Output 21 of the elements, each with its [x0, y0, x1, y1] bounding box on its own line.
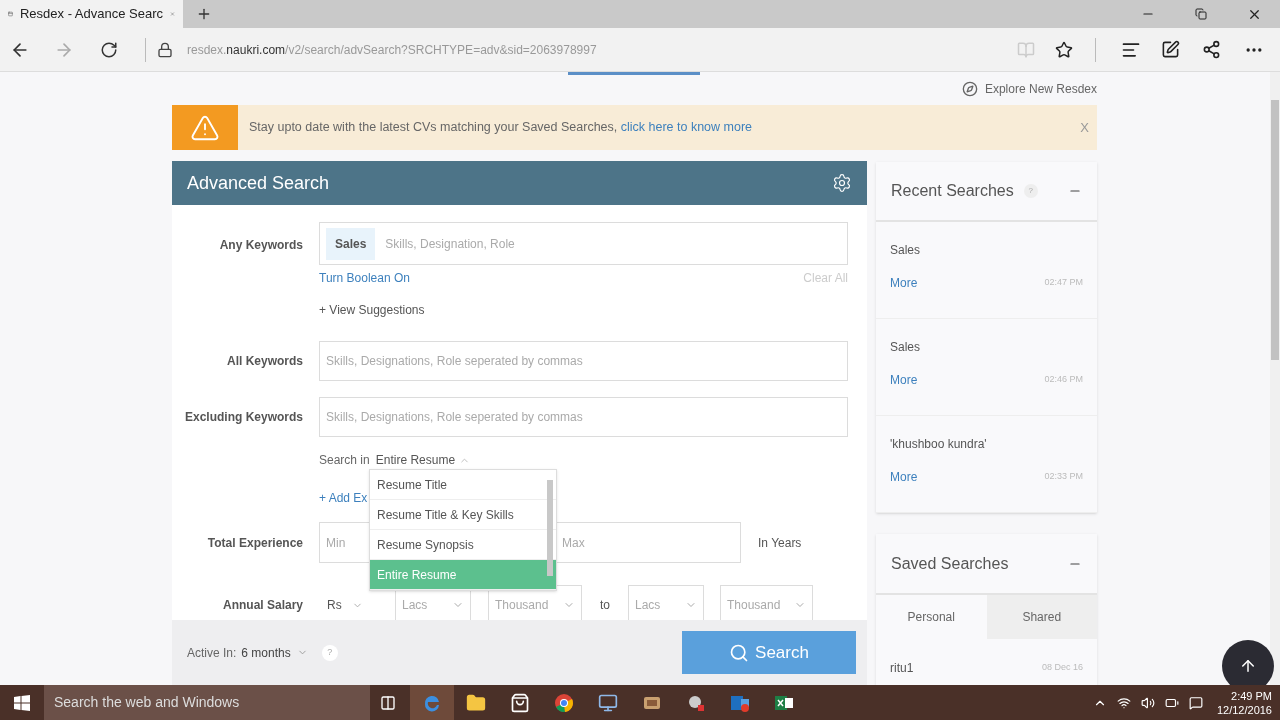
placeholder-text: Skills, Designation, Role	[385, 235, 515, 253]
search-query: 'khushboo kundra'	[890, 436, 987, 453]
active-label: Active In:	[187, 644, 237, 662]
alert-text: Stay upto date with the latest CVs matching your Saved Searches, click here to know more	[249, 119, 753, 137]
saved-search-name: ritu1	[890, 660, 914, 677]
card-title: Recent Searches	[891, 181, 1014, 201]
to-text: to	[599, 597, 611, 614]
search-query: Sales	[890, 242, 921, 259]
unit-text: In Years	[758, 534, 802, 552]
field-label: Annual Salary	[221, 597, 303, 614]
search-time: 02:33 PM	[1044, 470, 1083, 484]
panel-title: Advanced Search	[187, 171, 330, 195]
search-time: 02:47 PM	[1044, 276, 1083, 290]
search-query: Sales	[890, 339, 921, 356]
field-label: Excluding Keywords	[183, 409, 303, 426]
field-label: All Keywords	[225, 353, 303, 370]
search-time: 02:46 PM	[1044, 373, 1083, 387]
search-in-label: Search in	[319, 452, 370, 469]
field-label: Total Experience	[206, 534, 303, 552]
field-label: Any Keywords	[218, 237, 303, 254]
card-title: Saved Searches	[891, 553, 1009, 574]
